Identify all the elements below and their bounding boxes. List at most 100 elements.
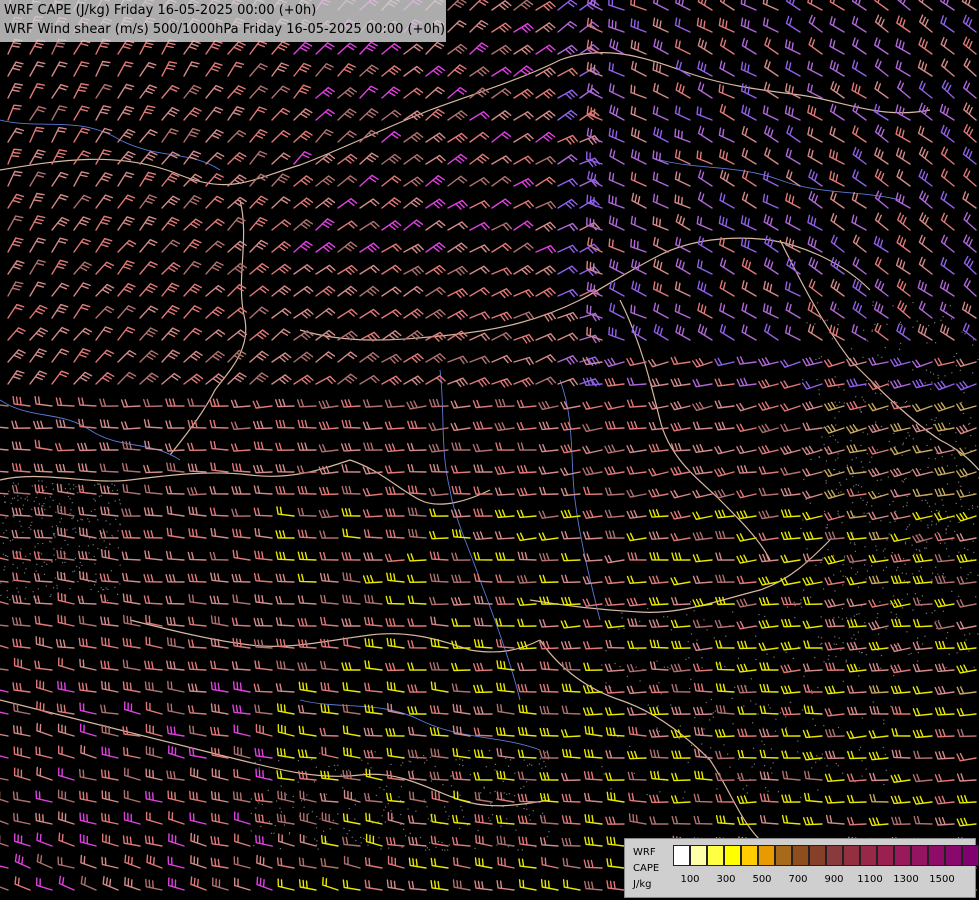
cape-dot (866, 380, 868, 382)
cape-dot (821, 642, 823, 644)
cape-dot (0, 594, 2, 596)
cape-dot (954, 457, 956, 459)
cape-dot (858, 749, 860, 751)
cape-dot (811, 692, 813, 694)
cape-dot (503, 792, 505, 794)
cape-dot (52, 483, 54, 485)
cape-dot (838, 471, 840, 473)
cape-dot (297, 760, 299, 762)
legend-label-model: WRF (633, 847, 656, 858)
cape-dot (884, 548, 886, 550)
cape-dot (880, 479, 882, 481)
cape-dot (273, 832, 275, 834)
cape-dot (968, 491, 970, 494)
cape-dot (258, 767, 260, 769)
cape-dot (851, 459, 853, 461)
cape-dot (80, 489, 82, 491)
cape-dot (860, 461, 862, 463)
cape-dot (301, 800, 303, 802)
cape-dot (510, 759, 512, 761)
cape-dot (111, 490, 114, 492)
cape-dot (307, 813, 310, 815)
cape-dot (419, 836, 422, 839)
cape-dot (506, 793, 508, 795)
cape-dot (701, 743, 703, 745)
cape-dot (288, 833, 290, 835)
legend-swatch (843, 845, 860, 866)
cape-dot (97, 591, 99, 593)
legend-label-field: CAPE (633, 863, 660, 874)
cape-dot (30, 528, 32, 530)
cape-dot (841, 522, 843, 524)
cape-dot (326, 841, 328, 843)
cape-dot (71, 502, 73, 504)
cape-dot (924, 635, 926, 637)
cape-dot (468, 750, 470, 752)
cape-dot (496, 844, 498, 846)
cape-dot (855, 638, 857, 640)
cape-dot (25, 586, 27, 589)
cape-dot (398, 796, 400, 798)
cape-dot (841, 618, 843, 620)
cape-dot (924, 382, 926, 384)
cape-dot (429, 842, 431, 844)
cape-dot (37, 588, 39, 590)
cape-dot (845, 576, 847, 578)
legend-label-unit: J/kg (633, 879, 652, 890)
cape-dot (859, 746, 862, 748)
cape-dot (888, 440, 890, 443)
cape-dot (383, 789, 385, 791)
cape-dot (9, 540, 11, 542)
legend-swatch (877, 845, 894, 866)
cape-dot (545, 752, 547, 754)
cape-dot (945, 529, 947, 531)
cape-dot (16, 587, 18, 589)
cape-dot (842, 642, 844, 644)
cape-dot (827, 449, 829, 451)
cape-dot (348, 769, 350, 771)
cape-dot (835, 488, 838, 490)
cape-dot (961, 505, 963, 507)
cape-dot (505, 757, 507, 759)
cape-dot (400, 786, 402, 788)
cape-dot (835, 655, 837, 658)
cape-dot (916, 428, 918, 430)
cape-dot (883, 783, 885, 786)
cape-dot (955, 502, 957, 505)
cape-dot (901, 572, 903, 574)
cape-dot (311, 811, 313, 813)
cape-dot (45, 486, 47, 488)
cape-dot (816, 302, 819, 304)
cape-dot (426, 847, 428, 849)
cape-dot (779, 712, 781, 714)
cape-dot (489, 792, 491, 794)
cape-dot (23, 572, 26, 574)
legend-tick-label: 100 (680, 874, 700, 885)
cape-dot (445, 811, 447, 813)
cape-dot (755, 703, 757, 705)
cape-dot (103, 540, 105, 542)
cape-dot (687, 761, 689, 764)
cape-dot (789, 701, 792, 703)
cape-dot (502, 780, 504, 782)
cape-dot (925, 369, 928, 371)
cape-dot (250, 830, 252, 832)
cape-dot (390, 763, 392, 765)
cape-dot (370, 767, 372, 769)
cape-dot (41, 565, 43, 567)
cape-dot (667, 666, 669, 668)
cape-dot (942, 573, 944, 575)
cape-dot (690, 678, 692, 681)
cape-dot (899, 348, 901, 350)
cape-dot (669, 668, 671, 670)
cape-dot (50, 541, 52, 543)
cape-dot (688, 657, 690, 659)
cape-dot (515, 829, 517, 831)
cape-dot (6, 596, 9, 598)
cape-dot (823, 510, 826, 512)
cape-dot (917, 637, 919, 639)
cape-dot (383, 809, 385, 811)
cape-dot (967, 549, 969, 551)
cape-dot (311, 759, 313, 761)
cape-dot (30, 524, 32, 526)
